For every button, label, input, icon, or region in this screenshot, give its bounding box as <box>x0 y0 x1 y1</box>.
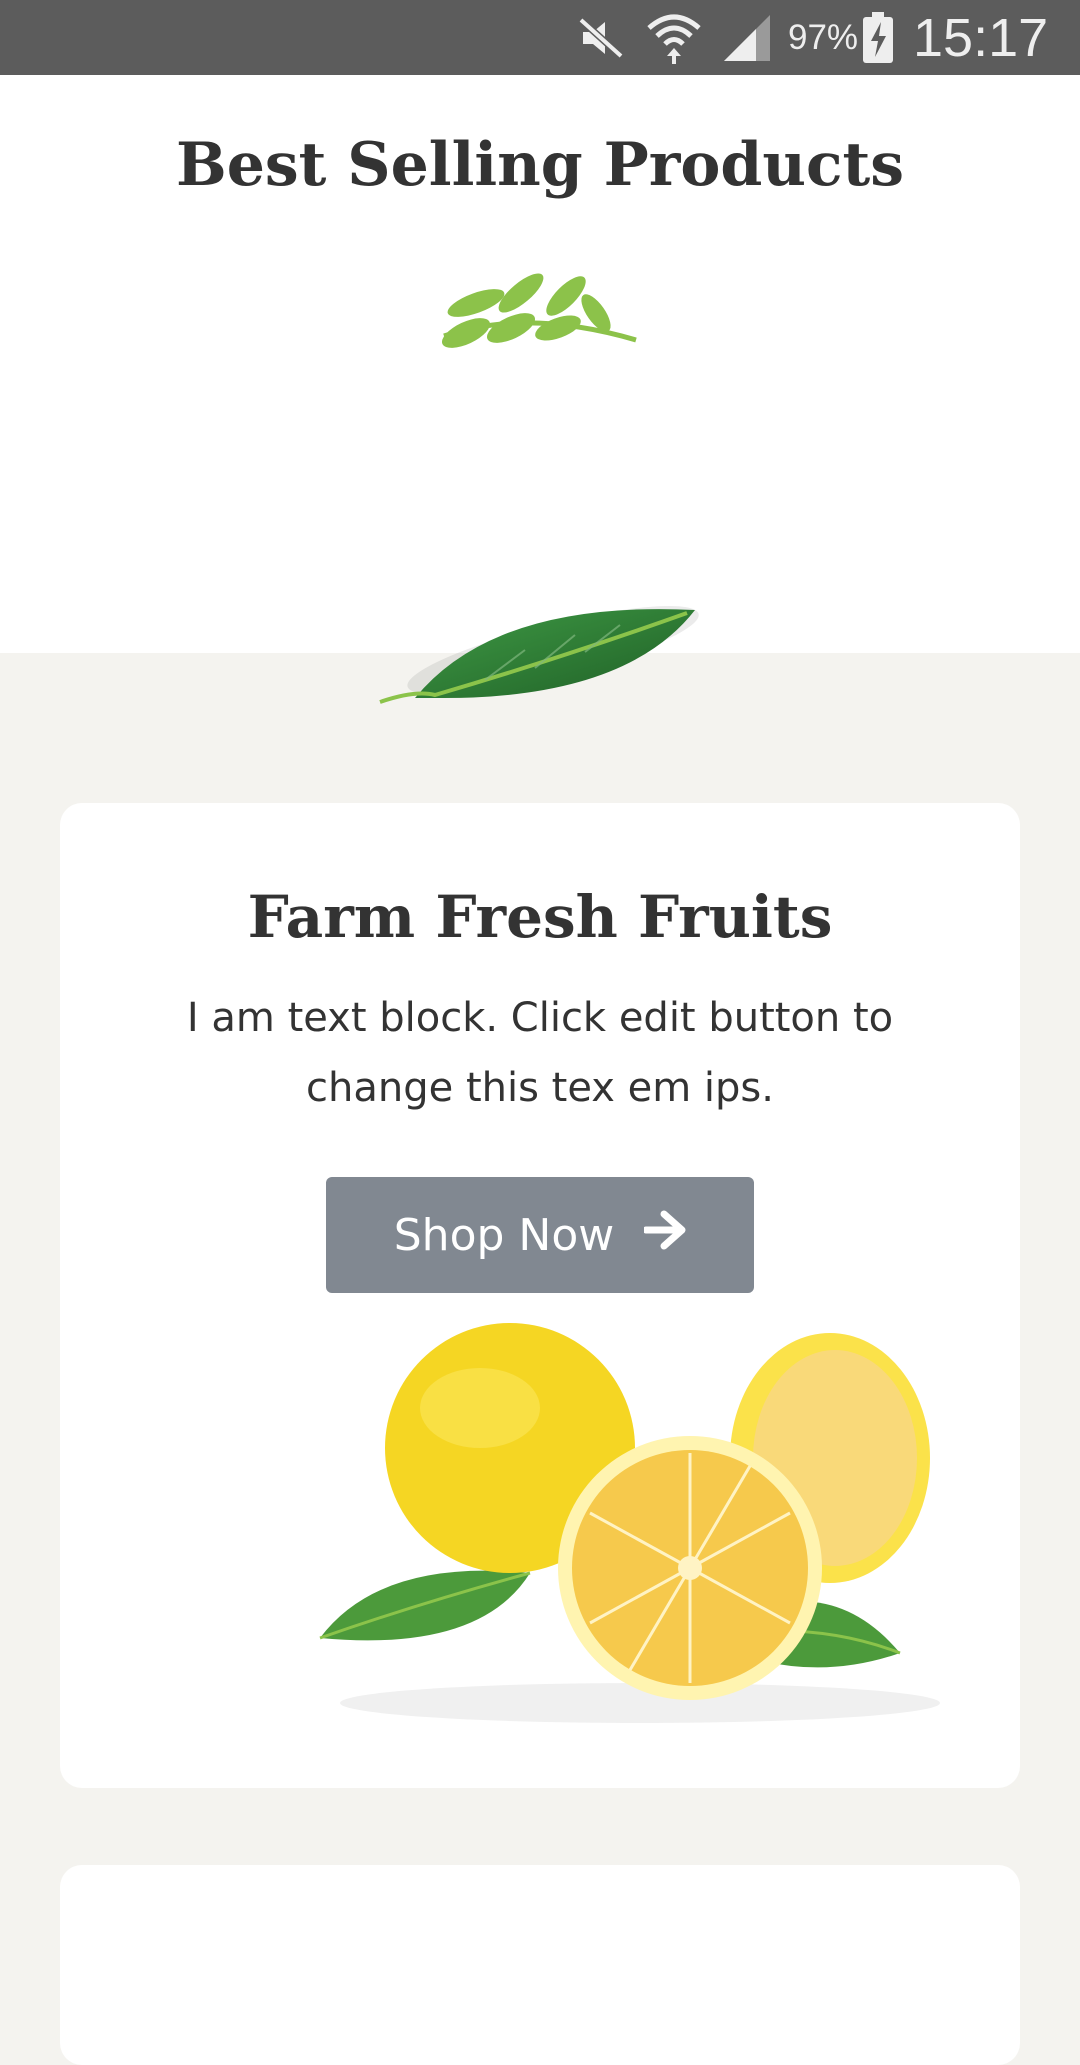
leaf-icon <box>375 580 705 724</box>
sprig-icon <box>436 248 646 352</box>
arrow-right-icon <box>642 1210 686 1261</box>
product-card-next <box>60 1865 1020 2065</box>
page-title: Best Selling Products <box>176 130 904 200</box>
clock: 15:17 <box>913 7 1049 68</box>
section-header: Best Selling Products <box>0 75 1080 653</box>
battery-percent: 97% <box>788 17 859 57</box>
shop-now-label: Shop Now <box>393 1209 615 1261</box>
shop-now-button[interactable]: Shop Now <box>326 1177 754 1293</box>
battery-charging-icon <box>862 0 894 75</box>
status-bar: 97% 15:17 <box>0 0 1080 75</box>
card-title: Farm Fresh Fruits <box>247 883 833 951</box>
lemons-image <box>300 1308 980 1732</box>
mute-icon <box>577 0 625 75</box>
wifi-icon <box>645 0 703 75</box>
product-card: Farm Fresh Fruits I am text block. Click… <box>60 803 1020 1788</box>
signal-icon <box>722 0 772 75</box>
card-description: I am text block. Click edit button to ch… <box>186 995 894 1111</box>
